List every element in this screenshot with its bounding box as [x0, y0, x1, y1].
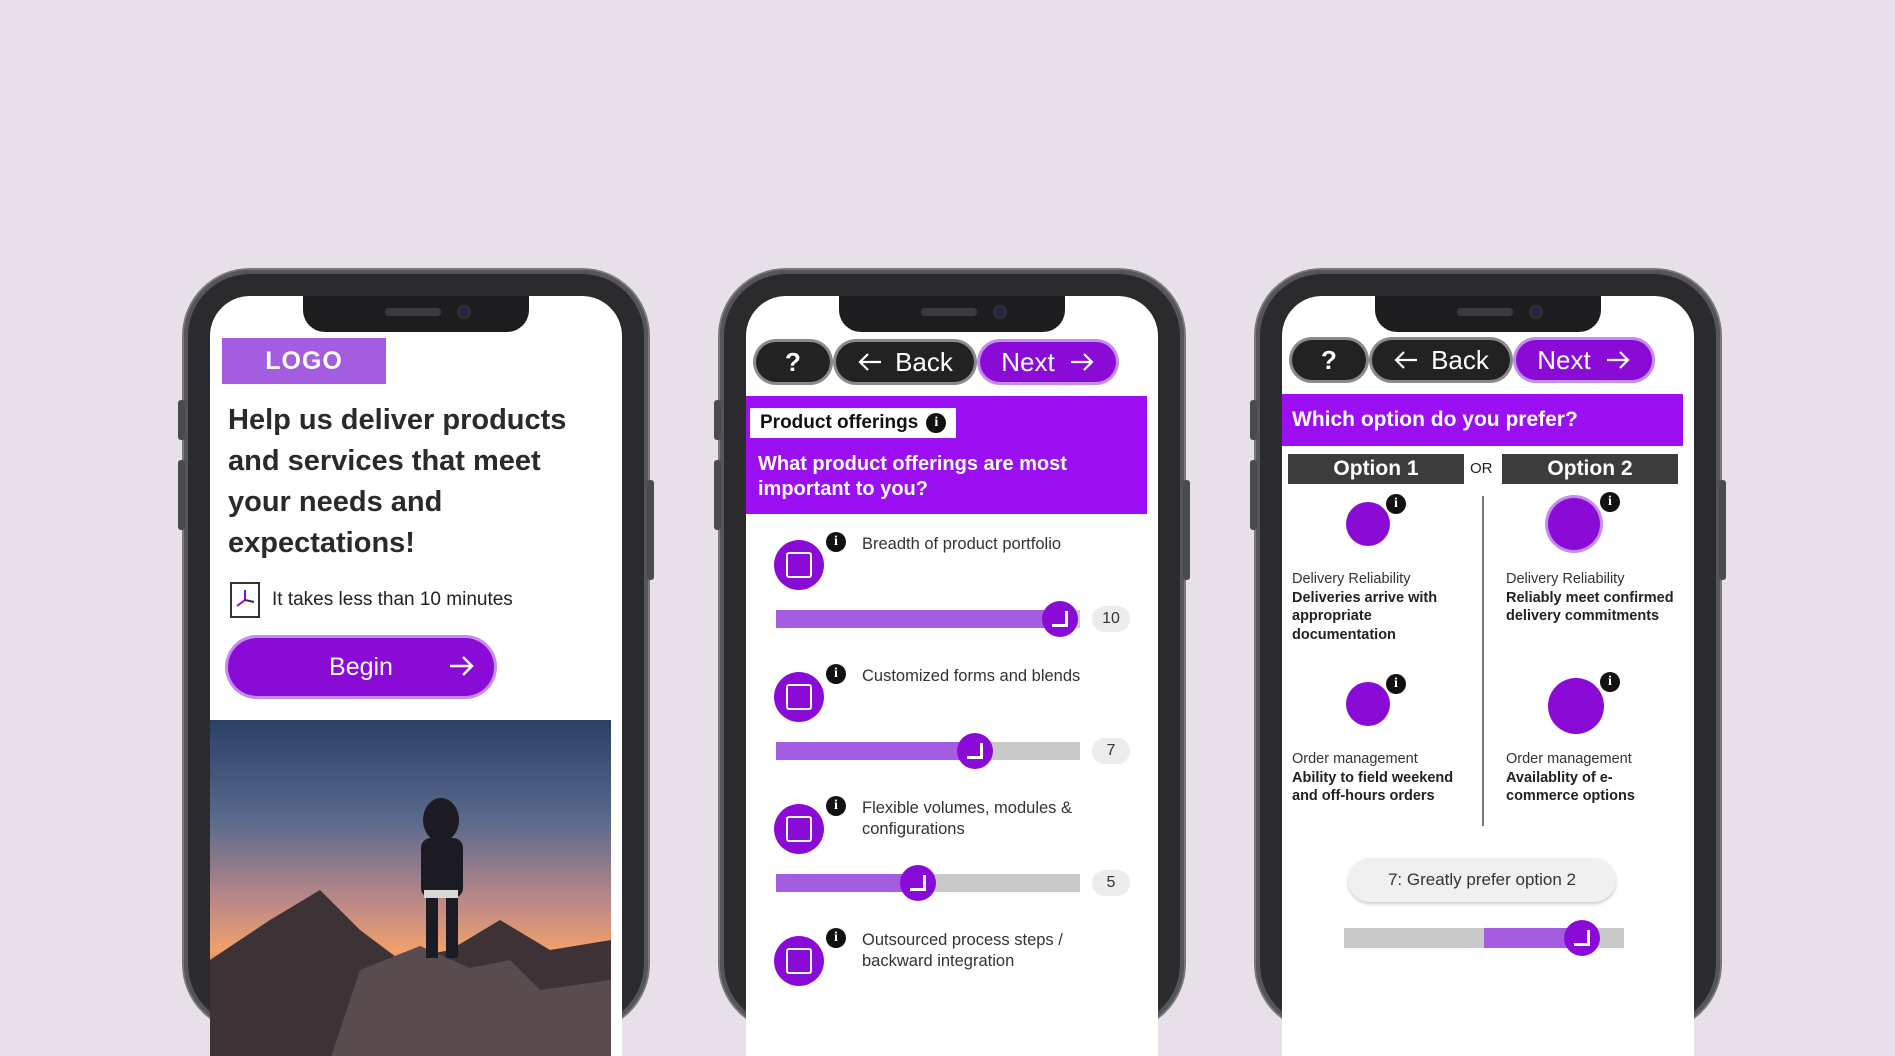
back-button[interactable]: Back — [836, 342, 974, 382]
choice-screen: ? Back Next Which option do you prefer? … — [1282, 296, 1694, 1056]
help-button[interactable]: ? — [756, 342, 830, 382]
slider-fill — [776, 742, 975, 760]
rating-slider[interactable] — [776, 733, 1080, 769]
info-icon[interactable]: i — [926, 413, 947, 433]
info-icon[interactable]: i — [826, 532, 846, 552]
help-button[interactable]: ? — [1292, 340, 1366, 380]
back-button[interactable]: Back — [1372, 340, 1510, 380]
shopping-cart-icon — [1548, 678, 1604, 734]
rating-item-label: Outsourced process steps / backward inte… — [862, 931, 1063, 970]
attribute-text: Availablity of e-commerce options — [1506, 769, 1635, 805]
preference-label: 7: Greatly prefer option 2 — [1348, 858, 1616, 902]
attribute-text: Ability to field weekend and off-hours o… — [1292, 769, 1454, 805]
arrow-right-icon — [1606, 351, 1630, 369]
rating-value: 10 — [1092, 606, 1130, 632]
attribute-category: Delivery Reliability — [1292, 571, 1411, 587]
arrow-right-icon — [448, 652, 476, 687]
attribute-category: Order management — [1506, 751, 1632, 767]
time-estimate-text: It takes less than 10 minutes — [272, 589, 513, 610]
option-2-attribute: Order management Availablity of e-commer… — [1506, 750, 1682, 806]
or-label: OR — [1470, 460, 1493, 477]
side-button — [714, 400, 721, 440]
option-1-attribute: Delivery Reliability Deliveries arrive w… — [1292, 570, 1468, 644]
slider-thumb[interactable] — [900, 865, 936, 901]
phone-frame-choice: ? Back Next Which option do you prefer? … — [1250, 270, 1726, 1056]
slider-fill — [776, 610, 1060, 628]
nav-bar: ? Back Next — [1292, 340, 1652, 380]
phone-notch — [1375, 296, 1601, 332]
arrow-left-icon — [858, 353, 882, 371]
page-title: Help us deliver products and services th… — [228, 404, 567, 559]
phone-frame-rating: ? Back Next Product offerings i What pro… — [714, 270, 1190, 1056]
info-icon[interactable]: i — [826, 664, 846, 684]
arrow-left-icon — [1394, 351, 1418, 369]
slider-thumb[interactable] — [1564, 920, 1600, 956]
document-icon — [774, 672, 824, 722]
side-button — [1250, 400, 1257, 440]
attribute-text: Deliveries arrive with appropriate docum… — [1292, 589, 1438, 643]
info-icon[interactable]: i — [1600, 672, 1620, 692]
hero-image — [210, 720, 611, 1056]
rating-value: 7 — [1092, 738, 1130, 764]
section-tag-label: Product offerings — [760, 412, 919, 433]
list-icon — [774, 540, 824, 590]
info-icon[interactable]: i — [1600, 492, 1620, 512]
info-icon[interactable]: i — [826, 796, 846, 816]
side-button — [1719, 480, 1726, 580]
begin-button[interactable]: Begin — [228, 638, 494, 696]
arrow-right-icon — [1070, 353, 1094, 371]
side-button — [647, 480, 654, 580]
back-button-label: Back — [895, 346, 953, 377]
clock-icon — [1548, 498, 1600, 550]
question-header: Which option do you prefer? — [1282, 394, 1683, 446]
rating-screen: ? Back Next Product offerings i What pro… — [746, 296, 1158, 1056]
attribute-text: Reliably meet confirmed delivery commitm… — [1506, 589, 1674, 625]
next-button[interactable]: Next — [980, 342, 1116, 382]
preference-slider[interactable] — [1344, 920, 1624, 956]
moon-icon — [1346, 682, 1390, 726]
clock-icon — [230, 582, 260, 618]
option-2-attribute: Delivery Reliability Reliably meet confi… — [1506, 570, 1682, 626]
next-button-label: Next — [1537, 344, 1591, 375]
attribute-category: Order management — [1292, 751, 1418, 767]
begin-button-label: Begin — [329, 652, 393, 681]
rating-slider[interactable] — [776, 865, 1080, 901]
rating-value: 5 — [1092, 870, 1130, 896]
option-1-attribute: Order management Ability to field weeken… — [1292, 750, 1468, 806]
next-button[interactable]: Next — [1516, 340, 1652, 380]
info-icon[interactable]: i — [1386, 674, 1406, 694]
divider — [1482, 496, 1484, 826]
nav-bar: ? Back Next — [756, 342, 1116, 382]
time-estimate: It takes less than 10 minutes — [230, 582, 513, 618]
rating-item-label: Flexible volumes, modules & configuratio… — [862, 799, 1073, 838]
info-icon[interactable]: i — [1386, 494, 1406, 514]
slider-thumb[interactable] — [1042, 601, 1078, 637]
slider-thumb[interactable] — [957, 733, 993, 769]
option-2-header: Option 2 — [1502, 454, 1678, 484]
side-button — [1250, 460, 1257, 530]
info-icon[interactable]: i — [826, 928, 846, 948]
next-button-label: Next — [1001, 346, 1055, 377]
side-button — [714, 460, 721, 530]
slider-fill — [776, 874, 918, 892]
section-tag: Product offerings i — [750, 408, 957, 438]
option-1-header: Option 1 — [1288, 454, 1464, 484]
logo: LOGO — [222, 338, 386, 384]
question-text: What product offerings are most importan… — [758, 453, 1067, 500]
document-lock-icon — [1346, 502, 1390, 546]
welcome-screen: LOGO Help us deliver products and servic… — [210, 296, 622, 1056]
rating-slider[interactable] — [776, 601, 1080, 637]
checklist-icon — [774, 804, 824, 854]
attribute-category: Delivery Reliability — [1506, 571, 1625, 587]
question-header: Product offerings i What product offerin… — [746, 396, 1147, 514]
rating-item-label: Breadth of product portfolio — [862, 535, 1062, 553]
phone-notch — [839, 296, 1065, 332]
phone-frame-welcome: LOGO Help us deliver products and servic… — [178, 270, 654, 1056]
side-button — [178, 400, 185, 440]
side-button — [1183, 480, 1190, 580]
rating-item-label: Customized forms and blends — [862, 667, 1081, 685]
phone-notch — [303, 296, 529, 332]
side-button — [178, 460, 185, 530]
back-button-label: Back — [1431, 344, 1489, 375]
